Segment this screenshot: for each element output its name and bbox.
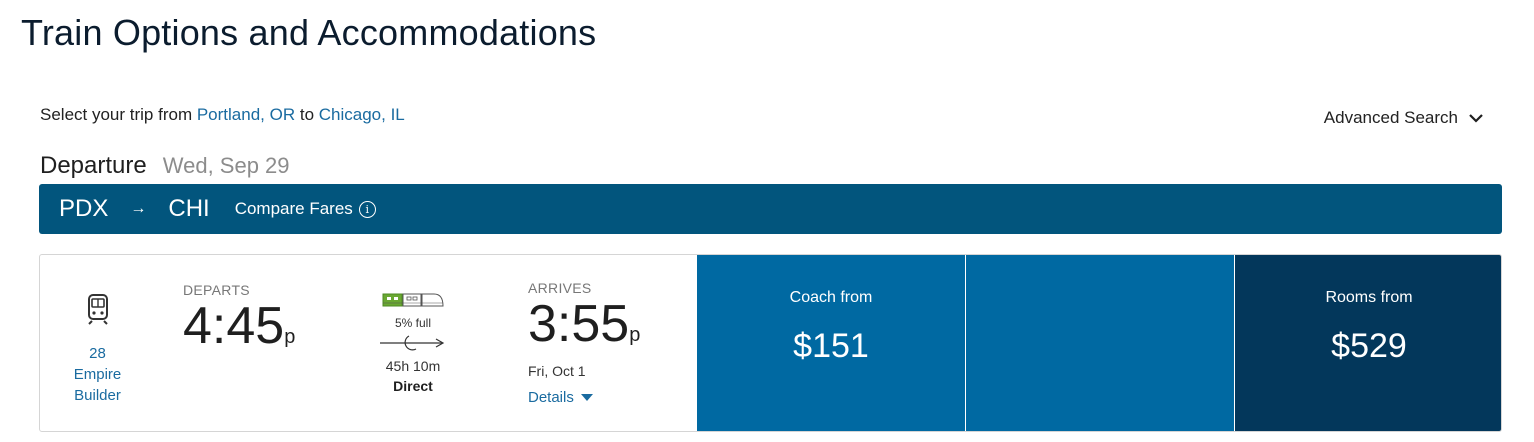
info-icon[interactable]: i <box>358 200 376 218</box>
destination-city-link[interactable]: Chicago, IL <box>319 105 405 124</box>
coach-fare-label: Coach from <box>789 289 873 306</box>
compare-fares-button[interactable]: Compare Fares i <box>235 199 376 219</box>
train-number: 28 <box>89 345 106 362</box>
train-name-line1: Empire <box>73 366 122 383</box>
capacity-text: 5% full <box>394 316 432 330</box>
chevron-down-icon <box>1469 114 1483 123</box>
route-bar: PDX → CHI Compare Fares i <box>39 184 1502 234</box>
train-result-card: 28 Empire Builder DEPARTS 4:45p 5% full … <box>39 254 1502 432</box>
rooms-fare-price: $529 <box>1331 327 1407 365</box>
departure-label: Departure <box>40 152 147 179</box>
origin-city-link[interactable]: Portland, OR <box>197 105 295 124</box>
destination-code: CHI <box>168 195 210 222</box>
departs-column: DEPARTS 4:45p <box>183 282 295 363</box>
middle-fare-panel[interactable] <box>966 255 1234 431</box>
arrives-column: ARRIVES 3:55p Fri, Oct 1 Details <box>528 280 640 406</box>
coach-fare-button[interactable]: Coach from $151 <box>697 255 965 431</box>
origin-code: PDX <box>59 195 109 222</box>
arrive-time-value: 3:55 <box>528 295 630 353</box>
depart-ampm: p <box>284 326 296 348</box>
trip-duration: 45h 10m <box>385 358 441 374</box>
trip-summary: Select your trip from Portland, OR to Ch… <box>40 105 405 125</box>
trip-prefix: Select your trip from <box>40 105 193 124</box>
train-capacity-icon <box>382 293 444 307</box>
trip-connector: to <box>299 105 315 124</box>
arrow-right-icon: → <box>130 200 147 217</box>
compare-fares-label: Compare Fares <box>234 199 353 218</box>
arrives-label: ARRIVES <box>528 280 592 296</box>
depart-time-value: 4:45 <box>183 297 285 355</box>
depart-time: 4:45p <box>183 300 295 363</box>
overnight-moon-icon <box>380 335 445 351</box>
rooms-fare-button[interactable]: Rooms from $529 <box>1235 255 1501 431</box>
departs-label: DEPARTS <box>183 282 250 298</box>
arrive-ampm: p <box>629 324 641 346</box>
route-type: Direct <box>393 378 433 394</box>
trip-info: 5% full 45h 10m Direct <box>373 293 453 394</box>
arrive-date: Fri, Oct 1 <box>528 363 586 379</box>
arrive-time: 3:55p <box>528 298 640 361</box>
details-label: Details <box>528 389 574 406</box>
caret-down-icon <box>580 394 593 401</box>
coach-fare-price: $151 <box>793 327 869 365</box>
rooms-fare-label: Rooms from <box>1325 289 1413 306</box>
details-toggle[interactable]: Details <box>528 389 640 406</box>
train-identity[interactable]: 28 Empire Builder <box>70 293 125 406</box>
advanced-search-label: Advanced Search <box>1323 108 1458 127</box>
train-name-line2: Builder <box>74 387 121 404</box>
departure-date: Wed, Sep 29 <box>162 153 290 178</box>
page-title: Train Options and Accommodations <box>21 12 597 53</box>
train-icon <box>87 294 108 325</box>
departure-header: Departure Wed, Sep 29 <box>40 152 290 180</box>
advanced-search-toggle[interactable]: Advanced Search <box>1324 108 1484 128</box>
